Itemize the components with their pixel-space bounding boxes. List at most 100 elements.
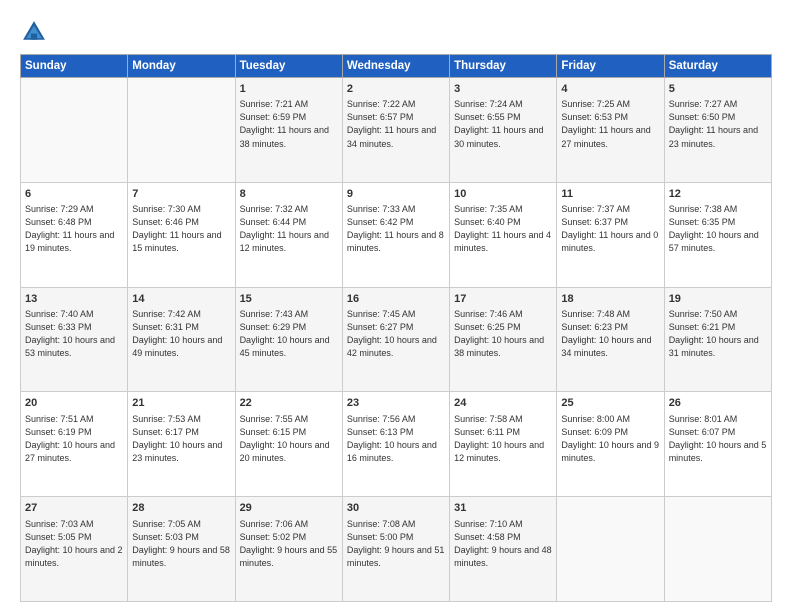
calendar-cell: 8Sunrise: 7:32 AM Sunset: 6:44 PM Daylig… [235, 182, 342, 287]
calendar-cell: 11Sunrise: 7:37 AM Sunset: 6:37 PM Dayli… [557, 182, 664, 287]
day-number: 24 [454, 396, 552, 411]
calendar-cell: 21 Sunrise: 7:53 AM Sunset: 6:17 PM Dayli… [128, 392, 235, 497]
day-number: 7 [132, 187, 230, 202]
day-info: Sunrise: 7:35 AM Sunset: 6:40 PM Dayligh… [454, 203, 552, 255]
calendar-cell: 28 Sunrise: 7:05 AM Sunset: 5:03 PM Dayli… [128, 497, 235, 602]
day-number: 22 [240, 396, 338, 411]
weekday-header: Friday [557, 55, 664, 78]
weekday-header: Thursday [450, 55, 557, 78]
day-info: Sunrise: 7:22 AM Sunset: 6:57 PM Dayligh… [347, 98, 445, 150]
calendar-cell: 26 Sunrise: 8:01 AM Sunset: 6:07 PM Dayli… [664, 392, 771, 497]
day-info: Sunrise: 7:56 AM Sunset: 6:13 PM Dayligh… [347, 413, 445, 465]
day-info: Sunrise: 7:55 AM Sunset: 6:15 PM Dayligh… [240, 413, 338, 465]
calendar-cell: 2Sunrise: 7:22 AM Sunset: 6:57 PM Daylig… [342, 78, 449, 183]
day-info: Sunrise: 7:40 AM Sunset: 6:33 PM Dayligh… [25, 308, 123, 360]
calendar-cell: 14Sunrise: 7:42 AM Sunset: 6:31 PM Dayli… [128, 287, 235, 392]
day-number: 2 [347, 82, 445, 97]
calendar-cell: 24 Sunrise: 7:58 AM Sunset: 6:11 PM Dayli… [450, 392, 557, 497]
day-info: Sunrise: 7:32 AM Sunset: 6:44 PM Dayligh… [240, 203, 338, 255]
day-number: 31 [454, 501, 552, 516]
day-info: Sunrise: 7:37 AM Sunset: 6:37 PM Dayligh… [561, 203, 659, 255]
weekday-header: Saturday [664, 55, 771, 78]
calendar-cell [128, 78, 235, 183]
day-info: Sunrise: 7:06 AM Sunset: 5:02 PM Dayligh… [240, 518, 338, 570]
day-number: 14 [132, 292, 230, 307]
calendar-cell: 25 Sunrise: 8:00 AM Sunset: 6:09 PM Dayli… [557, 392, 664, 497]
day-info: Sunrise: 7:53 AM Sunset: 6:17 PM Dayligh… [132, 413, 230, 465]
calendar-cell: 19Sunrise: 7:50 AM Sunset: 6:21 PM Dayli… [664, 287, 771, 392]
day-number: 21 [132, 396, 230, 411]
calendar-cell: 17Sunrise: 7:46 AM Sunset: 6:25 PM Dayli… [450, 287, 557, 392]
calendar-cell: 10Sunrise: 7:35 AM Sunset: 6:40 PM Dayli… [450, 182, 557, 287]
calendar-cell: 15Sunrise: 7:43 AM Sunset: 6:29 PM Dayli… [235, 287, 342, 392]
day-info: Sunrise: 7:38 AM Sunset: 6:35 PM Dayligh… [669, 203, 767, 255]
day-info: Sunrise: 7:43 AM Sunset: 6:29 PM Dayligh… [240, 308, 338, 360]
day-info: Sunrise: 7:08 AM Sunset: 5:00 PM Dayligh… [347, 518, 445, 570]
day-number: 19 [669, 292, 767, 307]
day-number: 25 [561, 396, 659, 411]
day-info: Sunrise: 7:10 AM Sunset: 4:58 PM Dayligh… [454, 518, 552, 570]
day-info: Sunrise: 7:05 AM Sunset: 5:03 PM Dayligh… [132, 518, 230, 570]
day-info: Sunrise: 8:01 AM Sunset: 6:07 PM Dayligh… [669, 413, 767, 465]
calendar-cell: 9Sunrise: 7:33 AM Sunset: 6:42 PM Daylig… [342, 182, 449, 287]
day-info: Sunrise: 7:48 AM Sunset: 6:23 PM Dayligh… [561, 308, 659, 360]
day-number: 13 [25, 292, 123, 307]
calendar-cell: 13Sunrise: 7:40 AM Sunset: 6:33 PM Dayli… [21, 287, 128, 392]
calendar-cell: 31 Sunrise: 7:10 AM Sunset: 4:58 PM Dayli… [450, 497, 557, 602]
calendar-cell: 22 Sunrise: 7:55 AM Sunset: 6:15 PM Dayli… [235, 392, 342, 497]
calendar-cell: 1Sunrise: 7:21 AM Sunset: 6:59 PM Daylig… [235, 78, 342, 183]
day-info: Sunrise: 7:30 AM Sunset: 6:46 PM Dayligh… [132, 203, 230, 255]
calendar-cell: 12Sunrise: 7:38 AM Sunset: 6:35 PM Dayli… [664, 182, 771, 287]
calendar-cell: 23 Sunrise: 7:56 AM Sunset: 6:13 PM Dayli… [342, 392, 449, 497]
calendar: SundayMondayTuesdayWednesdayThursdayFrid… [20, 54, 772, 602]
calendar-cell [21, 78, 128, 183]
day-info: Sunrise: 7:42 AM Sunset: 6:31 PM Dayligh… [132, 308, 230, 360]
day-info: Sunrise: 7:33 AM Sunset: 6:42 PM Dayligh… [347, 203, 445, 255]
day-number: 16 [347, 292, 445, 307]
logo-icon [20, 18, 48, 46]
day-info: Sunrise: 7:24 AM Sunset: 6:55 PM Dayligh… [454, 98, 552, 150]
calendar-cell: 4Sunrise: 7:25 AM Sunset: 6:53 PM Daylig… [557, 78, 664, 183]
day-info: Sunrise: 7:50 AM Sunset: 6:21 PM Dayligh… [669, 308, 767, 360]
calendar-cell: 16Sunrise: 7:45 AM Sunset: 6:27 PM Dayli… [342, 287, 449, 392]
day-number: 26 [669, 396, 767, 411]
day-number: 23 [347, 396, 445, 411]
day-info: Sunrise: 7:25 AM Sunset: 6:53 PM Dayligh… [561, 98, 659, 150]
calendar-cell [557, 497, 664, 602]
day-number: 17 [454, 292, 552, 307]
day-number: 3 [454, 82, 552, 97]
calendar-cell: 29 Sunrise: 7:06 AM Sunset: 5:02 PM Dayli… [235, 497, 342, 602]
weekday-header: Monday [128, 55, 235, 78]
day-info: Sunrise: 7:46 AM Sunset: 6:25 PM Dayligh… [454, 308, 552, 360]
weekday-header: Sunday [21, 55, 128, 78]
calendar-cell: 7Sunrise: 7:30 AM Sunset: 6:46 PM Daylig… [128, 182, 235, 287]
day-number: 1 [240, 82, 338, 97]
logo [20, 18, 51, 46]
day-number: 10 [454, 187, 552, 202]
calendar-cell: 18Sunrise: 7:48 AM Sunset: 6:23 PM Dayli… [557, 287, 664, 392]
day-number: 11 [561, 187, 659, 202]
day-number: 29 [240, 501, 338, 516]
day-number: 6 [25, 187, 123, 202]
day-number: 9 [347, 187, 445, 202]
day-number: 28 [132, 501, 230, 516]
day-info: Sunrise: 7:21 AM Sunset: 6:59 PM Dayligh… [240, 98, 338, 150]
day-info: Sunrise: 7:45 AM Sunset: 6:27 PM Dayligh… [347, 308, 445, 360]
day-number: 8 [240, 187, 338, 202]
day-info: Sunrise: 7:51 AM Sunset: 6:19 PM Dayligh… [25, 413, 123, 465]
day-info: Sunrise: 7:58 AM Sunset: 6:11 PM Dayligh… [454, 413, 552, 465]
day-info: Sunrise: 7:29 AM Sunset: 6:48 PM Dayligh… [25, 203, 123, 255]
calendar-cell: 3Sunrise: 7:24 AM Sunset: 6:55 PM Daylig… [450, 78, 557, 183]
weekday-header: Wednesday [342, 55, 449, 78]
day-info: Sunrise: 8:00 AM Sunset: 6:09 PM Dayligh… [561, 413, 659, 465]
day-number: 18 [561, 292, 659, 307]
calendar-cell: 30 Sunrise: 7:08 AM Sunset: 5:00 PM Dayli… [342, 497, 449, 602]
calendar-cell: 6Sunrise: 7:29 AM Sunset: 6:48 PM Daylig… [21, 182, 128, 287]
calendar-cell: 20 Sunrise: 7:51 AM Sunset: 6:19 PM Dayli… [21, 392, 128, 497]
day-number: 20 [25, 396, 123, 411]
day-number: 27 [25, 501, 123, 516]
day-info: Sunrise: 7:27 AM Sunset: 6:50 PM Dayligh… [669, 98, 767, 150]
day-number: 4 [561, 82, 659, 97]
calendar-cell: 27Sunrise: 7:03 AM Sunset: 5:05 PM Dayli… [21, 497, 128, 602]
day-number: 30 [347, 501, 445, 516]
